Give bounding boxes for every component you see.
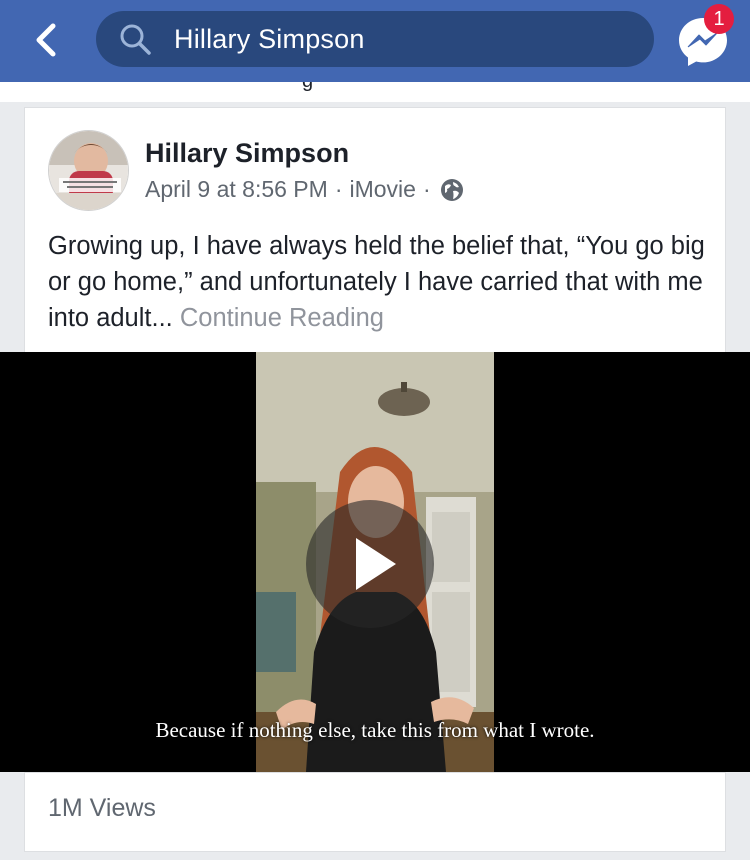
- previous-post-fragment: g: [0, 82, 750, 102]
- divider: [25, 772, 725, 773]
- search-input[interactable]: [174, 23, 594, 55]
- continue-reading-link[interactable]: Continue Reading: [180, 304, 384, 332]
- globe-icon[interactable]: [440, 178, 464, 202]
- top-bar: 1: [0, 0, 750, 82]
- chevron-left-icon: [36, 23, 56, 57]
- video-caption: Because if nothing else, take this from …: [155, 718, 595, 742]
- avatar[interactable]: [48, 130, 129, 211]
- play-icon: [356, 538, 396, 590]
- notification-badge: 1: [704, 4, 734, 34]
- post-meta: April 9 at 8:56 PM · iMovie ·: [145, 176, 464, 203]
- post-card: Hillary Simpson April 9 at 8:56 PM · iMo…: [0, 107, 750, 852]
- post-author[interactable]: Hillary Simpson: [145, 138, 349, 169]
- post-app[interactable]: iMovie: [349, 176, 415, 203]
- meta-separator: ·: [422, 176, 431, 202]
- meta-separator: ·: [334, 176, 343, 202]
- play-button[interactable]: [306, 500, 434, 628]
- search-bar[interactable]: [96, 11, 654, 67]
- post-date[interactable]: April 9 at 8:56 PM: [145, 176, 328, 203]
- back-button[interactable]: [24, 18, 68, 62]
- video-player[interactable]: Because if nothing else, take this from …: [0, 352, 750, 772]
- view-count: 1M Views: [48, 794, 156, 822]
- post-text: Growing up, I have always held the belie…: [48, 228, 713, 336]
- search-icon: [118, 21, 154, 57]
